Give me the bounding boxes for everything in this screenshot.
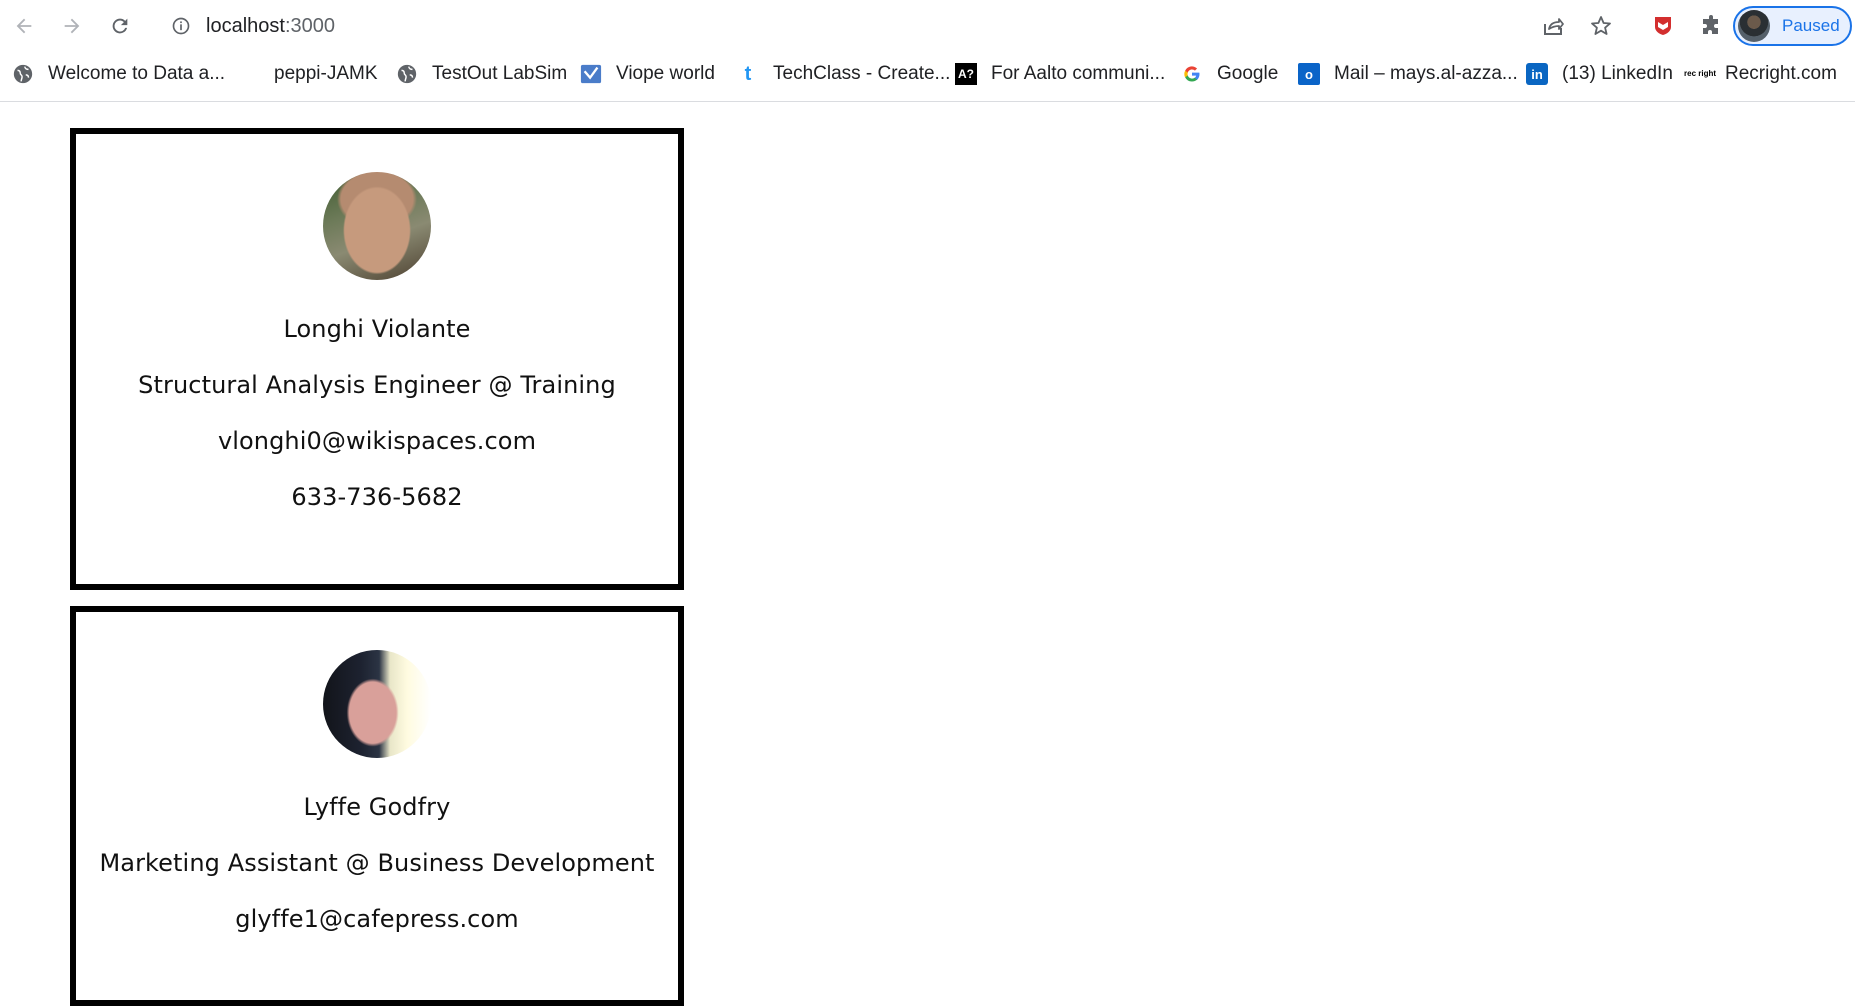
extensions-button[interactable] xyxy=(1697,12,1725,40)
info-icon[interactable] xyxy=(170,15,192,37)
bookmark-peppi[interactable]: peppi-JAMK xyxy=(274,60,378,88)
url-text[interactable]: localhost:3000 xyxy=(206,15,335,38)
contact-card: Longhi Violante Structural Analysis Engi… xyxy=(70,128,684,590)
bookmark-google[interactable]: Google xyxy=(1181,60,1278,88)
reload-button[interactable] xyxy=(104,10,136,42)
puzzle-icon xyxy=(1703,15,1718,34)
arrow-right-icon xyxy=(64,18,80,34)
avatar xyxy=(1738,10,1770,42)
share-button[interactable] xyxy=(1539,12,1567,40)
profile-status: Paused xyxy=(1782,16,1840,35)
reload-icon xyxy=(112,18,128,34)
bookmark-viope[interactable]: Viope world xyxy=(580,60,715,88)
share-icon xyxy=(1544,18,1564,35)
bookmark-star-button[interactable] xyxy=(1587,12,1615,40)
bookmark-linkedin[interactable]: in (13) LinkedIn xyxy=(1526,60,1673,88)
outlook-icon: o xyxy=(1298,63,1320,85)
bookmark-label: Welcome to Data a... xyxy=(48,63,226,84)
bookmark-welcome[interactable]: Welcome to Data a... xyxy=(12,60,225,88)
url-host: localhost xyxy=(206,14,285,37)
bookmark-label: Google xyxy=(1217,63,1279,84)
shield-icon xyxy=(1655,17,1671,35)
contact-phone: 633-736-5682 xyxy=(291,483,463,511)
google-icon xyxy=(1181,63,1203,85)
bookmark-label: Mail – mays.al-azza... xyxy=(1334,63,1518,84)
globe-icon xyxy=(396,63,418,85)
recright-icon: rec right xyxy=(1684,69,1717,78)
bookmark-label: (13) LinkedIn xyxy=(1562,63,1673,84)
back-button[interactable] xyxy=(8,10,40,42)
bookmark-label: Viope world xyxy=(616,63,715,84)
mcafee-extension-button[interactable] xyxy=(1649,12,1677,40)
viope-icon xyxy=(580,63,602,85)
url-port: :3000 xyxy=(284,14,335,37)
techclass-icon: t xyxy=(744,62,752,85)
bookmark-recright[interactable]: rec right Recright.com xyxy=(1684,60,1837,88)
arrow-left-icon xyxy=(16,18,32,34)
bookmark-label: TestOut LabSim xyxy=(432,63,568,84)
contact-email: vlonghi0@wikispaces.com xyxy=(217,427,537,455)
linkedin-icon: in xyxy=(1526,63,1548,85)
forward-button[interactable] xyxy=(56,10,88,42)
address-bar[interactable]: localhost:3000 xyxy=(160,8,1460,44)
contact-title: Marketing Assistant @ Business Developme… xyxy=(99,849,655,877)
contact-title: Structural Analysis Engineer @ Training xyxy=(138,371,616,399)
bookmark-testout[interactable]: TestOut LabSim xyxy=(396,60,567,88)
bookmark-label: For Aalto communi... xyxy=(991,63,1166,84)
star-icon xyxy=(1591,16,1611,35)
page-content: Longhi Violante Structural Analysis Engi… xyxy=(0,102,1855,1006)
contact-name: Longhi Violante xyxy=(283,315,471,343)
bookmark-label: peppi-JAMK xyxy=(274,63,378,84)
bookmark-aalto[interactable]: A? For Aalto communi... xyxy=(955,60,1165,88)
bookmark-mail[interactable]: o Mail – mays.al-azza... xyxy=(1298,60,1518,88)
browser-chrome: localhost:3000 Paused Welcome to Data a.… xyxy=(0,0,1855,102)
contact-email: glyffe1@cafepress.com xyxy=(235,905,519,933)
bookmark-label: Recright.com xyxy=(1725,63,1837,84)
aalto-icon: A? xyxy=(955,63,977,85)
profile-button[interactable]: Paused xyxy=(1733,6,1852,46)
bookmark-techclass[interactable]: t TechClass - Create... xyxy=(737,60,951,88)
contact-name: Lyffe Godfry xyxy=(303,793,451,821)
profile-photo xyxy=(323,650,431,758)
profile-photo xyxy=(323,172,431,280)
bookmarks-bar: Welcome to Data a... peppi-JAMK TestOut … xyxy=(0,58,1855,90)
browser-toolbar: localhost:3000 Paused xyxy=(0,0,1855,52)
globe-icon xyxy=(12,63,34,85)
contact-card: Lyffe Godfry Marketing Assistant @ Busin… xyxy=(70,606,684,1006)
bookmark-label: TechClass - Create... xyxy=(773,63,951,84)
